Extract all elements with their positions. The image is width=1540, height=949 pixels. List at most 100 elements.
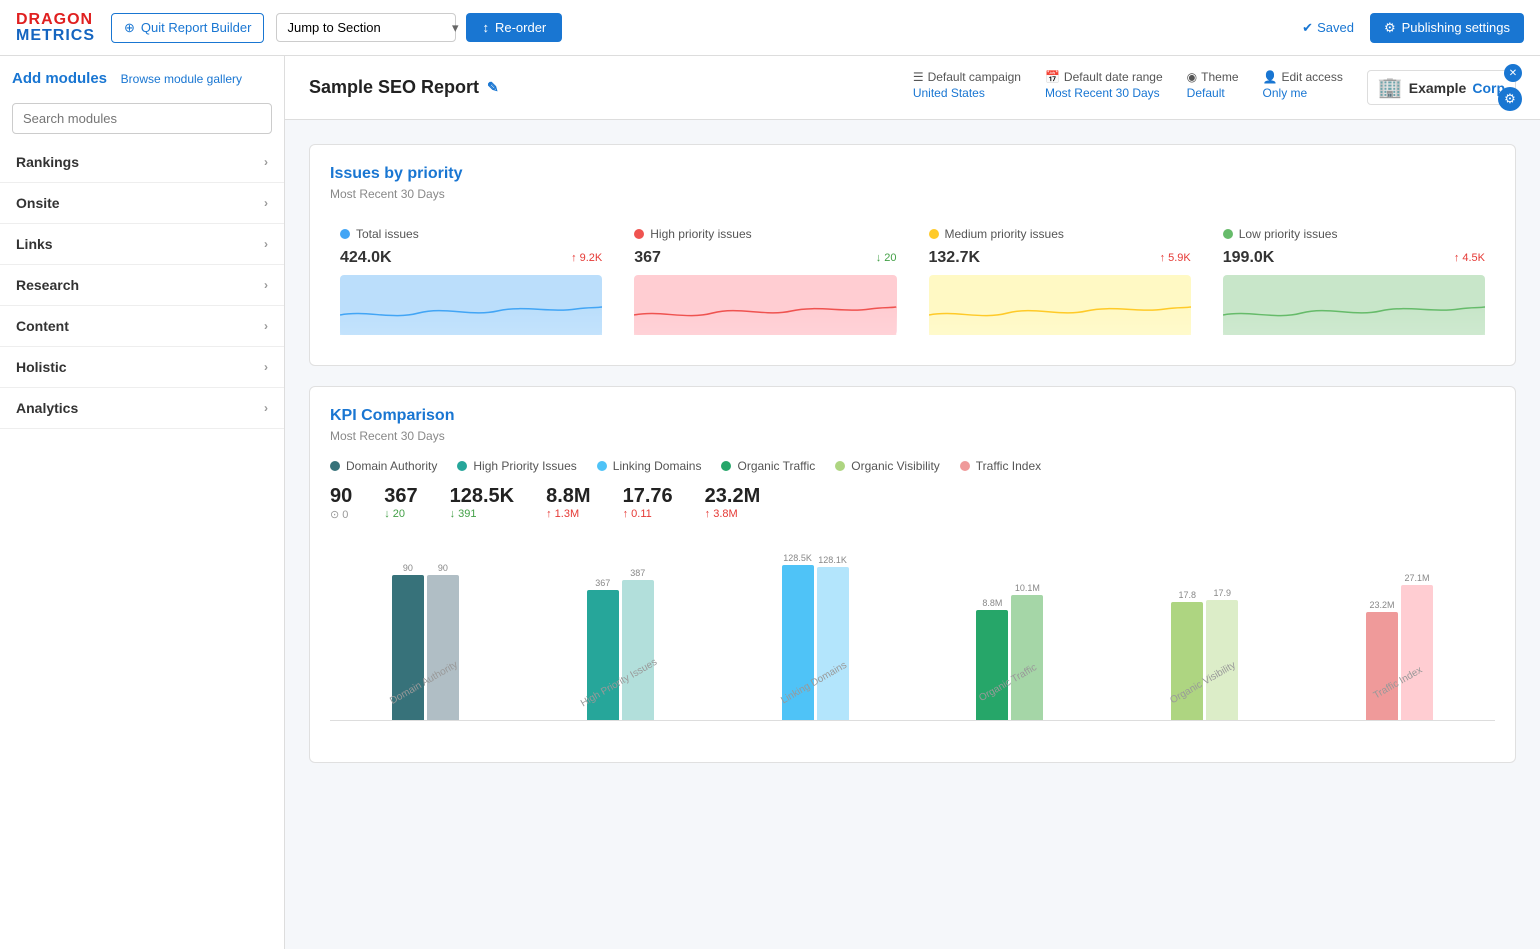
bar-item: 10.1M: [1011, 583, 1043, 720]
chevron-right-icon: ›: [264, 196, 268, 210]
bar-value-label: 128.1K: [818, 555, 847, 565]
issue-values: 424.0K ↑ 9.2K: [340, 249, 602, 267]
bar-item: 17.9: [1206, 588, 1238, 720]
issue-card: Total issues 424.0K ↑ 9.2K: [330, 217, 612, 345]
bar-item: 90: [427, 563, 459, 720]
kpi-legend-label: High Priority Issues: [473, 459, 576, 473]
settings-gear-icon[interactable]: ⚙: [1498, 87, 1522, 111]
kpi-legend-label: Organic Traffic: [737, 459, 815, 473]
chevron-right-icon: ›: [264, 155, 268, 169]
issue-card: Medium priority issues 132.7K ↑ 5.9K: [919, 217, 1201, 345]
kpi-value-item: 128.5K ↓ 391: [450, 485, 515, 521]
kpi-values-row: 90 ⊙ 0 367 ↓ 20 128.5K ↓ 391 8.8M ↑ 1.3M…: [330, 485, 1495, 521]
sidebar-header: Add modules Browse module gallery: [0, 56, 284, 95]
sidebar-item-onsite[interactable]: Onsite ›: [0, 183, 284, 224]
kpi-bar-chart-area: 9090367387128.5K128.1K8.8M10.1M17.817.92…: [330, 541, 1495, 742]
kpi-bar-chart: 9090367387128.5K128.1K8.8M10.1M17.817.92…: [330, 541, 1495, 721]
date-value[interactable]: Most Recent 30 Days: [1045, 86, 1163, 100]
bar-value-label: 128.5K: [783, 553, 812, 563]
sidebar-item-holistic[interactable]: Holistic ›: [0, 347, 284, 388]
chevron-right-icon: ›: [264, 237, 268, 251]
kpi-legend-item: Organic Traffic: [721, 459, 815, 473]
chevron-right-icon: ›: [264, 401, 268, 415]
sidebar-item-rankings[interactable]: Rankings ›: [0, 142, 284, 183]
publish-label: Publishing settings: [1402, 20, 1510, 35]
sidebar-item-label: Content: [16, 318, 69, 334]
theme-value[interactable]: Default: [1187, 86, 1239, 100]
access-label: 👤 Edit access: [1263, 70, 1343, 84]
bar-rect: [622, 580, 654, 720]
bar-value-label: 10.1M: [1015, 583, 1040, 593]
issues-section-subtitle: Most Recent 30 Days: [330, 187, 1495, 201]
close-badge-icon[interactable]: ✕: [1504, 64, 1522, 82]
search-modules-input[interactable]: [12, 103, 272, 134]
jump-to-section-select[interactable]: Jump to Section: [276, 13, 456, 42]
issue-legend-label: High priority issues: [650, 227, 751, 241]
campaign-value[interactable]: United States: [913, 86, 1021, 100]
jump-to-section-wrap[interactable]: Jump to Section: [276, 13, 466, 42]
theme-label: ◉ Theme: [1187, 70, 1239, 84]
bar-item: 128.1K: [817, 555, 849, 720]
browse-module-gallery-link[interactable]: Browse module gallery: [121, 72, 242, 86]
kpi-delta: ↑ 1.3M: [546, 508, 579, 520]
kpi-val-main: 17.76: [623, 485, 673, 508]
issue-dot: [634, 229, 644, 239]
date-label: 📅 Default date range: [1045, 70, 1163, 84]
kpi-val-delta: ↓ 20: [384, 508, 417, 520]
bar-rect: [817, 567, 849, 720]
bar-value-label: 23.2M: [1370, 600, 1395, 610]
kpi-value-item: 90 ⊙ 0: [330, 485, 352, 521]
kpi-legend-item: Domain Authority: [330, 459, 437, 473]
issue-main-value: 132.7K: [929, 249, 981, 267]
logo-ex-text: Example: [1409, 80, 1467, 96]
quit-report-builder-button[interactable]: ⊕ Quit Report Builder: [111, 13, 264, 43]
kpi-delta: ↓ 391: [450, 508, 477, 520]
kpi-dot: [457, 461, 467, 471]
issue-legend: High priority issues: [634, 227, 896, 241]
sidebar-item-label: Links: [16, 236, 53, 252]
kpi-section-subtitle: Most Recent 30 Days: [330, 429, 1495, 443]
quit-label: Quit Report Builder: [141, 20, 252, 35]
kpi-value-item: 17.76 ↑ 0.11: [623, 485, 673, 521]
kpi-val-main: 23.2M: [705, 485, 761, 508]
issue-delta: ↑ 5.9K: [1160, 252, 1191, 264]
compass-icon: ⊕: [124, 20, 135, 36]
issue-dot: [340, 229, 350, 239]
issue-main-value: 199.0K: [1223, 249, 1275, 267]
kpi-dot: [330, 461, 340, 471]
sidebar-item-content[interactable]: Content ›: [0, 306, 284, 347]
bar-rect: [1401, 585, 1433, 720]
kpi-val-main: 367: [384, 485, 417, 508]
bar-item: 27.1M: [1401, 573, 1433, 720]
kpi-dot: [597, 461, 607, 471]
sidebar-item-research[interactable]: Research ›: [0, 265, 284, 306]
sidebar-item-analytics[interactable]: Analytics ›: [0, 388, 284, 429]
issue-main-value: 367: [634, 249, 661, 267]
reorder-icon: ↕: [482, 20, 489, 35]
issue-values: 132.7K ↑ 5.9K: [929, 249, 1191, 267]
publishing-settings-button[interactable]: ⚙ Publishing settings: [1370, 13, 1524, 43]
kpi-section-title: KPI Comparison: [330, 407, 1495, 425]
kpi-legend-label: Domain Authority: [346, 459, 437, 473]
kpi-legend-label: Organic Visibility: [851, 459, 939, 473]
logo-dragon: DRAGON: [16, 12, 95, 28]
issue-mini-chart: [340, 275, 602, 335]
reorder-button[interactable]: ↕ Re-order: [466, 13, 562, 42]
bar-value-label: 17.9: [1213, 588, 1231, 598]
issue-legend-label: Total issues: [356, 227, 419, 241]
report-meta: ☰ Default campaign United States 📅 Defau…: [913, 70, 1516, 105]
kpi-val-delta: ↓ 391: [450, 508, 515, 520]
kpi-delta: ↑ 3.8M: [705, 508, 738, 520]
bar-value-label: 17.8: [1178, 590, 1196, 600]
issues-section: Issues by priority Most Recent 30 Days T…: [309, 144, 1516, 366]
theme-icon: ◉: [1187, 70, 1197, 84]
gear-icon: ⚙: [1384, 20, 1396, 36]
kpi-legend-label: Linking Domains: [613, 459, 702, 473]
sidebar-item-links[interactable]: Links ›: [0, 224, 284, 265]
access-value[interactable]: Only me: [1263, 86, 1343, 100]
kpi-delta: ↑ 0.11: [623, 508, 652, 520]
kpi-delta: ↓ 20: [384, 508, 405, 520]
logo-metrics: METRICS: [16, 28, 95, 44]
edit-title-icon[interactable]: ✎: [487, 79, 499, 96]
top-nav: DRAGON METRICS ⊕ Quit Report Builder Jum…: [0, 0, 1540, 56]
